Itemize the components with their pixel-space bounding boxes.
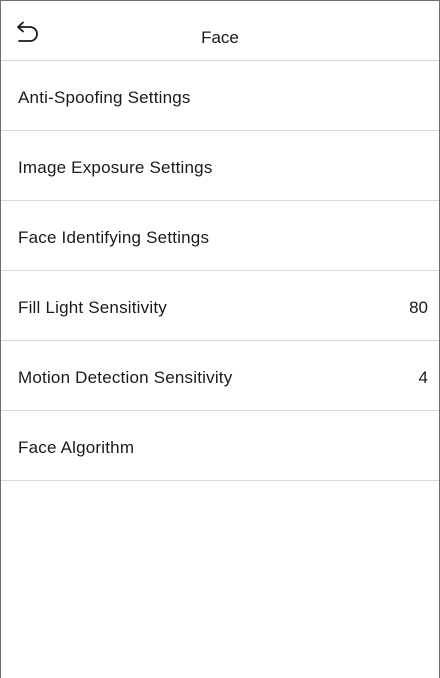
- menu-item-label: Face Algorithm: [18, 438, 135, 457]
- menu-item-label: Fill Light Sensitivity: [18, 298, 167, 317]
- menu-item-face-algorithm[interactable]: Face Algorithm: [1, 411, 439, 481]
- menu-item-label: Face Identifying Settings: [18, 228, 210, 247]
- header-bar: Face: [1, 1, 439, 61]
- menu-item-fill-light-sensitivity[interactable]: Fill Light Sensitivity 80: [1, 271, 439, 341]
- menu-item-label: Image Exposure Settings: [18, 158, 213, 177]
- menu-item-motion-detection-sensitivity[interactable]: Motion Detection Sensitivity 4: [1, 341, 439, 411]
- motion-detection-sensitivity-value: 4: [418, 368, 428, 387]
- settings-menu: Anti-Spoofing Settings Image Exposure Se…: [1, 61, 439, 481]
- menu-item-label: Anti-Spoofing Settings: [18, 88, 191, 107]
- face-settings-screen: Face Anti-Spoofing Settings Image Exposu…: [0, 0, 440, 678]
- fill-light-sensitivity-value: 80: [409, 298, 428, 317]
- menu-item-label: Motion Detection Sensitivity: [18, 368, 233, 387]
- menu-item-face-identifying-settings[interactable]: Face Identifying Settings: [1, 201, 439, 271]
- back-arrow-icon: [17, 21, 38, 42]
- back-button[interactable]: [13, 21, 39, 43]
- menu-item-image-exposure-settings[interactable]: Image Exposure Settings: [1, 131, 439, 201]
- page-title: Face: [201, 28, 239, 47]
- menu-item-anti-spoofing-settings[interactable]: Anti-Spoofing Settings: [1, 61, 439, 131]
